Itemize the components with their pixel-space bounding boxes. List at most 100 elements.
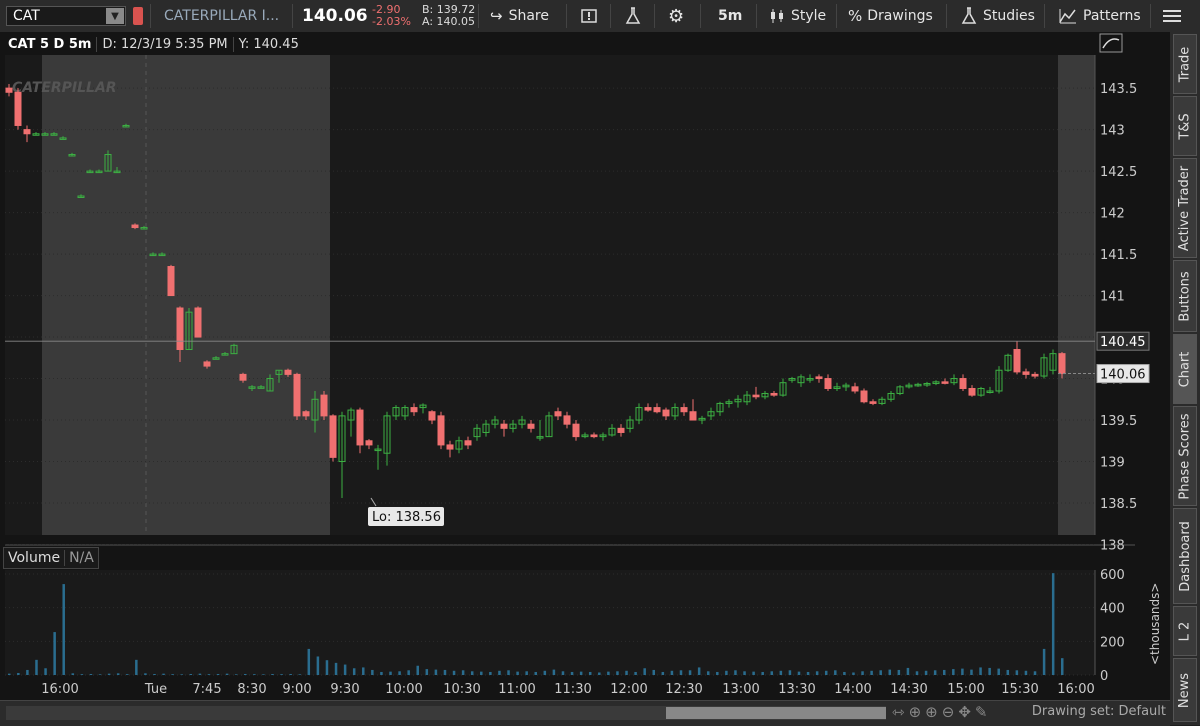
candle-body bbox=[815, 376, 823, 380]
volume-bar bbox=[225, 673, 229, 675]
price-chart[interactable]: 143.5143142.5142141.5141140.5140139.5139… bbox=[0, 32, 1170, 700]
volume-bar bbox=[725, 670, 728, 675]
volume-bar bbox=[171, 674, 174, 675]
x-tick-label: 14:00 bbox=[834, 682, 871, 697]
share-button[interactable]: ↪ Share bbox=[490, 0, 549, 32]
volume-bar bbox=[271, 673, 274, 675]
candle-body bbox=[356, 409, 364, 446]
patterns-button[interactable]: Patterns bbox=[1058, 0, 1141, 32]
volume-value: N/A bbox=[69, 550, 94, 566]
volume-bar bbox=[434, 669, 438, 675]
volume-bar bbox=[71, 673, 75, 675]
divider bbox=[946, 4, 947, 28]
volume-bar bbox=[44, 668, 47, 675]
volume-bar bbox=[879, 670, 882, 675]
tab-trade[interactable]: Trade bbox=[1173, 34, 1197, 94]
volume-bar bbox=[416, 665, 419, 675]
symbol-input[interactable]: CAT ▼ bbox=[6, 6, 126, 26]
divider bbox=[566, 4, 567, 28]
volume-bar bbox=[952, 669, 955, 675]
x-tick-label: 11:30 bbox=[554, 682, 591, 697]
zoom-out-icon[interactable]: ⊖ bbox=[942, 703, 959, 721]
volume-bar bbox=[534, 671, 537, 675]
tab-buttons[interactable]: Buttons bbox=[1173, 260, 1197, 332]
volume-bar bbox=[970, 669, 973, 675]
divider bbox=[654, 4, 655, 28]
x-tick-label: 12:30 bbox=[665, 682, 702, 697]
style-button[interactable]: Style bbox=[768, 0, 826, 32]
volume-bar bbox=[888, 669, 892, 675]
volume-tick-label: 0 bbox=[1100, 669, 1108, 684]
candle-body bbox=[1031, 373, 1039, 377]
volume-bar bbox=[806, 671, 810, 675]
candle-body bbox=[572, 423, 580, 438]
volume-bar bbox=[198, 673, 202, 675]
volume-bar bbox=[461, 670, 465, 675]
candle-body bbox=[1022, 371, 1030, 375]
chevron-down-icon[interactable]: ▼ bbox=[106, 8, 124, 24]
tab-level-2[interactable]: L 2 bbox=[1173, 606, 1197, 656]
tab-time-and-sales[interactable]: T&S bbox=[1173, 96, 1197, 156]
candle-body bbox=[5, 87, 13, 93]
flask-button[interactable] bbox=[624, 0, 642, 32]
divider bbox=[150, 4, 151, 28]
pencil-icon[interactable]: ✎ bbox=[975, 703, 992, 721]
volume-bar bbox=[207, 674, 211, 675]
horizontal-scrollbar[interactable] bbox=[6, 706, 886, 720]
volume-bar bbox=[98, 674, 102, 675]
drawing-set-label[interactable]: Drawing set: Default bbox=[1032, 704, 1166, 719]
volume-bar bbox=[343, 664, 347, 675]
patterns-label: Patterns bbox=[1083, 8, 1141, 24]
scrollbar-thumb[interactable] bbox=[666, 707, 886, 719]
volume-bar bbox=[688, 670, 692, 675]
low-label: Lo: 138.56 bbox=[372, 510, 441, 525]
crosshair-icon[interactable]: ⊕ bbox=[909, 703, 926, 721]
menu-button[interactable] bbox=[1162, 0, 1182, 32]
interval-button[interactable]: 5m bbox=[718, 0, 742, 32]
tab-dashboard[interactable]: Dashboard bbox=[1173, 508, 1197, 604]
volume-bar bbox=[915, 671, 919, 675]
tab-phase-scores[interactable]: Phase Scores bbox=[1173, 406, 1197, 506]
volume-bar bbox=[189, 673, 193, 675]
studio-icon-frame bbox=[1099, 33, 1123, 53]
candle-body bbox=[869, 401, 877, 404]
studies-button[interactable]: Studies bbox=[960, 0, 1035, 32]
volume-bar bbox=[761, 671, 764, 675]
x-tick-label: 10:30 bbox=[443, 682, 480, 697]
drawings-button[interactable]: % Drawings bbox=[848, 0, 933, 32]
tab-chart[interactable]: Chart bbox=[1173, 334, 1197, 404]
volume-bar bbox=[352, 668, 356, 675]
volume-bar bbox=[616, 671, 619, 675]
reset-icon[interactable]: ⇿ bbox=[892, 703, 909, 721]
candle-body bbox=[365, 440, 373, 446]
pan-icon[interactable]: ✥ bbox=[958, 703, 975, 721]
volume-bar bbox=[797, 671, 801, 675]
candle-body bbox=[527, 423, 535, 429]
y-tick-label: 139 bbox=[1100, 456, 1125, 471]
notes-button[interactable] bbox=[580, 0, 598, 32]
candle-body bbox=[203, 361, 211, 367]
tab-active-trader[interactable]: Active Trader bbox=[1173, 158, 1197, 258]
volume-bar bbox=[1033, 671, 1037, 675]
x-tick-label: 10:00 bbox=[385, 682, 422, 697]
divider bbox=[1044, 4, 1045, 28]
volume-bar bbox=[788, 670, 792, 675]
settings-button[interactable]: ⚙ bbox=[668, 0, 684, 32]
volume-bar bbox=[870, 670, 873, 675]
candle-body bbox=[851, 386, 859, 392]
tab-news[interactable]: News bbox=[1173, 658, 1197, 722]
volume-bar bbox=[325, 660, 329, 675]
volume-bar bbox=[834, 670, 837, 675]
volume-bar bbox=[180, 674, 183, 675]
volume-bar bbox=[988, 667, 991, 675]
y-tick-label: 141 bbox=[1100, 290, 1125, 305]
volume-bar bbox=[570, 671, 574, 675]
flag-icon[interactable] bbox=[133, 7, 143, 25]
volume-bar bbox=[316, 656, 320, 675]
volume-bar bbox=[153, 673, 156, 675]
zoom-in-icon[interactable]: ⊕ bbox=[925, 703, 942, 721]
candles-icon bbox=[771, 9, 783, 23]
share-icon: ↪ bbox=[490, 7, 503, 25]
candle-body bbox=[590, 434, 598, 438]
divider bbox=[756, 4, 757, 28]
